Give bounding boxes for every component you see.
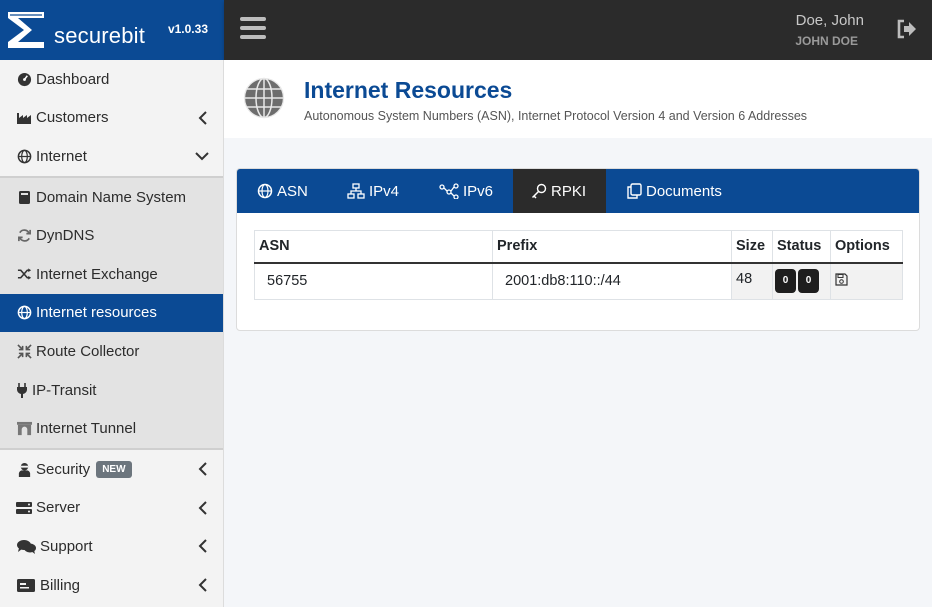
chevron-down-icon <box>195 152 209 161</box>
sidebar-item-dashboard[interactable]: Dashboard <box>0 60 223 99</box>
new-badge: NEW <box>96 460 132 478</box>
cell-status: 00 <box>772 262 831 300</box>
sidebar-item-customers[interactable]: Customers <box>0 99 223 138</box>
sidebar-item-label: Internet resources <box>36 304 157 322</box>
industry-icon <box>16 110 32 126</box>
tab-asn[interactable]: ASN <box>257 169 308 213</box>
sidebar-item-label: Internet Exchange <box>36 265 158 283</box>
sidebar-item-label: Support <box>40 537 93 555</box>
sidebar-item-label: DynDNS <box>36 227 95 245</box>
page-title: Internet Resources <box>304 77 513 103</box>
logout-icon[interactable] <box>896 18 918 40</box>
column-header-size: Size <box>731 230 773 264</box>
save-icon[interactable] <box>835 273 848 286</box>
chevron-left-icon <box>198 500 207 515</box>
sidebar-item-label: Security <box>36 460 91 478</box>
status-badge: 0 <box>798 269 819 294</box>
globe-icon <box>243 77 285 119</box>
archway-icon <box>16 421 32 437</box>
sidebar-item-internet-exchange[interactable]: Internet Exchange <box>0 255 223 294</box>
sidebar-item-ip-transit[interactable]: IP-Transit <box>0 371 223 410</box>
sidebar-item-dyndns[interactable]: DynDNS <box>0 216 223 255</box>
user-name[interactable]: Doe, John <box>796 12 864 29</box>
dashboard-icon <box>16 71 32 87</box>
comments-icon <box>16 538 36 554</box>
sidebar-item-label: Route Collector <box>36 342 140 360</box>
sidebar-item-internet-resources[interactable]: Internet resources <box>0 293 223 333</box>
sidebar-item-security[interactable]: Security NEW <box>0 450 223 489</box>
sidebar-item-label: Internet Tunnel <box>36 420 137 438</box>
network-wired-icon <box>347 183 365 199</box>
cell-asn: 56755 <box>254 262 493 300</box>
page-subtitle: Autonomous System Numbers (ASN), Interne… <box>304 109 808 123</box>
tab-ipv4[interactable]: IPv4 <box>347 169 399 213</box>
sidebar-item-internet-tunnel[interactable]: Internet Tunnel <box>0 409 223 448</box>
tab-label: IPv6 <box>463 182 494 200</box>
internet-submenu: Domain Name System DynDNS Internet Excha… <box>0 175 223 450</box>
column-header-options: Options <box>830 230 903 264</box>
plug-icon <box>16 382 28 398</box>
app-version: v1.0.33 <box>167 22 208 36</box>
sidebar-item-internet[interactable]: Internet <box>0 137 223 176</box>
compress-arrows-icon <box>16 343 32 359</box>
cell-size: 48 <box>731 262 773 300</box>
globe-icon <box>257 183 273 199</box>
globe-icon <box>16 148 32 164</box>
table-row: 56755 2001:db8:110::/44 48 00 <box>254 262 903 300</box>
money-check-icon <box>16 577 36 593</box>
chevron-left-icon <box>198 110 207 125</box>
sidebar-item-label: Customers <box>36 109 109 127</box>
sidebar-item-support[interactable]: Support <box>0 527 223 566</box>
sidebar-item-billing[interactable]: Billing <box>0 566 223 605</box>
user-username: JOHN DOE <box>795 34 858 48</box>
sidebar-item-server[interactable]: Server <box>0 489 223 528</box>
server-icon <box>16 500 32 516</box>
tab-label: IPv4 <box>369 182 400 200</box>
tab-rpki[interactable]: RPKI <box>513 169 606 213</box>
brand[interactable]: securebit v1.0.33 <box>0 0 224 60</box>
page-header: Internet Resources Autonomous System Num… <box>224 60 932 138</box>
key-icon <box>531 183 547 199</box>
status-badge: 0 <box>775 269 796 294</box>
column-header-prefix: Prefix <box>492 230 732 264</box>
sidebar-item-label: Internet <box>36 147 87 165</box>
resource-tabs: ASN IPv4 IPv6 RPKI Documents <box>237 169 919 213</box>
cell-options <box>830 262 903 300</box>
sidebar-item-domain-name-system[interactable]: Domain Name System <box>0 178 223 217</box>
sidebar-item-label: Server <box>36 499 81 517</box>
sync-icon <box>16 228 32 244</box>
chevron-left-icon <box>198 578 207 592</box>
sidebar-item-label: Billing <box>40 576 81 594</box>
sidebar: Dashboard Customers Internet Domain Name… <box>0 60 224 607</box>
tab-label: ASN <box>277 182 308 200</box>
table-header-row: ASN Prefix Size Status Options <box>254 230 903 264</box>
user-ninja-icon <box>16 461 32 477</box>
globe-icon <box>16 305 32 321</box>
sidebar-item-route-collector[interactable]: Route Collector <box>0 332 223 371</box>
resources-card: ASN IPv4 IPv6 RPKI Documents ASN Prefix … <box>236 168 920 331</box>
book-icon <box>16 189 32 205</box>
top-navbar: Doe, John JOHN DOE <box>224 0 932 60</box>
shuffle-icon <box>16 266 32 282</box>
column-header-status: Status <box>772 230 831 264</box>
sidebar-item-label: Dashboard <box>36 70 110 88</box>
brand-name: securebit <box>54 23 146 48</box>
tab-documents[interactable]: Documents <box>626 169 722 213</box>
rpki-table: ASN Prefix Size Status Options 56755 200… <box>254 230 903 300</box>
sidebar-item-label: Domain Name System <box>36 188 187 206</box>
tab-ipv6[interactable]: IPv6 <box>439 169 493 213</box>
chevron-left-icon <box>198 539 207 553</box>
copy-icon <box>627 183 642 199</box>
column-header-asn: ASN <box>254 230 493 264</box>
tab-label: RPKI <box>551 182 587 200</box>
hamburger-menu-icon[interactable] <box>240 17 266 41</box>
share-nodes-icon <box>439 183 459 199</box>
securebit-logo-icon <box>8 12 44 48</box>
chevron-left-icon <box>198 462 207 476</box>
cell-prefix: 2001:db8:110::/44 <box>492 262 732 300</box>
sidebar-item-label: IP-Transit <box>32 381 97 399</box>
tab-label: Documents <box>646 182 722 200</box>
